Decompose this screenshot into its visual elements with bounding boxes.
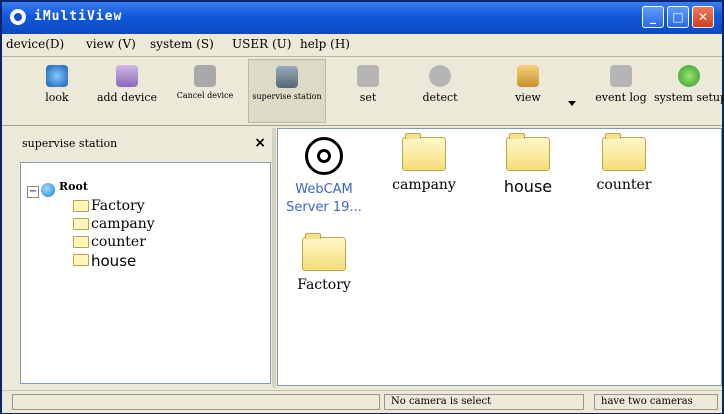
menu-user[interactable]: USER (U) bbox=[232, 37, 291, 51]
folder-icon bbox=[73, 218, 89, 230]
cancel-device-button[interactable]: Cancel device bbox=[166, 59, 244, 123]
detect-icon bbox=[429, 65, 451, 87]
folder-icon bbox=[602, 133, 646, 171]
folder-counter-item[interactable]: counter bbox=[582, 133, 666, 193]
window-title: iMultiView bbox=[34, 9, 123, 24]
supervise-station-icon bbox=[276, 66, 298, 88]
maximize-icon: □ bbox=[672, 10, 684, 24]
view-button[interactable]: view bbox=[498, 59, 558, 123]
add-device-icon bbox=[116, 65, 138, 87]
webcam-server-item[interactable]: WebCAM Server 19... bbox=[282, 137, 366, 217]
folder-icon bbox=[73, 254, 89, 266]
panel-title: supervise station bbox=[22, 137, 118, 150]
look-button[interactable]: look bbox=[32, 59, 82, 123]
maximize-button[interactable]: □ bbox=[667, 6, 689, 28]
camera-count-status: have two cameras bbox=[594, 394, 718, 410]
detect-button[interactable]: detect bbox=[410, 59, 470, 123]
folder-campany-item[interactable]: campany bbox=[382, 133, 466, 193]
close-button[interactable]: ✕ bbox=[692, 6, 714, 28]
device-view: WebCAM Server 19... campany house counte… bbox=[277, 128, 722, 386]
close-icon: ✕ bbox=[697, 10, 709, 24]
title-bar[interactable]: iMultiView _ □ ✕ bbox=[2, 2, 722, 34]
event-log-icon bbox=[610, 65, 632, 87]
menu-view[interactable]: view (V) bbox=[86, 37, 136, 51]
status-bar: No camera is select have two cameras bbox=[2, 390, 722, 413]
folder-house-item[interactable]: house bbox=[486, 133, 570, 196]
view-icon bbox=[517, 65, 539, 87]
set-button[interactable]: set bbox=[348, 59, 388, 123]
add-device-button[interactable]: add device bbox=[92, 59, 162, 123]
system-setup-button[interactable]: system setup bbox=[654, 59, 724, 123]
folder-icon bbox=[506, 133, 550, 171]
system-setup-icon bbox=[678, 65, 700, 87]
supervise-station-button[interactable]: supervise station bbox=[248, 59, 326, 123]
status-pane-empty bbox=[12, 394, 380, 410]
webcam-icon bbox=[305, 137, 343, 175]
panel-splitter[interactable] bbox=[272, 128, 276, 388]
station-tree: − Root Factory campany counter house bbox=[20, 162, 271, 384]
folder-factory-item[interactable]: Factory bbox=[282, 233, 366, 293]
folder-icon bbox=[73, 236, 89, 248]
folder-icon bbox=[73, 200, 89, 212]
look-icon bbox=[46, 65, 68, 87]
cancel-device-icon bbox=[194, 65, 216, 87]
menu-device[interactable]: device(D) bbox=[6, 37, 64, 51]
panel-header: supervise station × bbox=[12, 132, 270, 154]
folder-icon bbox=[302, 233, 346, 271]
menu-system[interactable]: system (S) bbox=[150, 37, 214, 51]
event-log-button[interactable]: event log bbox=[590, 59, 652, 123]
menu-help[interactable]: help (H) bbox=[300, 37, 350, 51]
main-window: iMultiView _ □ ✕ device(D) view (V) syst… bbox=[0, 0, 724, 414]
app-icon[interactable] bbox=[10, 9, 26, 25]
folder-icon bbox=[402, 133, 446, 171]
set-icon bbox=[357, 65, 379, 87]
minimize-button[interactable]: _ bbox=[642, 6, 664, 28]
minimize-icon: _ bbox=[650, 10, 656, 24]
panel-close-icon[interactable]: × bbox=[254, 135, 266, 151]
tree-collapse-icon[interactable]: − bbox=[27, 186, 39, 198]
menu-bar: device(D) view (V) system (S) USER (U) h… bbox=[2, 34, 722, 57]
toolbar: look add device Cancel device supervise … bbox=[2, 57, 724, 126]
view-dropdown-arrow-icon[interactable] bbox=[568, 101, 576, 106]
root-globe-icon bbox=[41, 183, 55, 197]
camera-status: No camera is select bbox=[384, 394, 584, 410]
